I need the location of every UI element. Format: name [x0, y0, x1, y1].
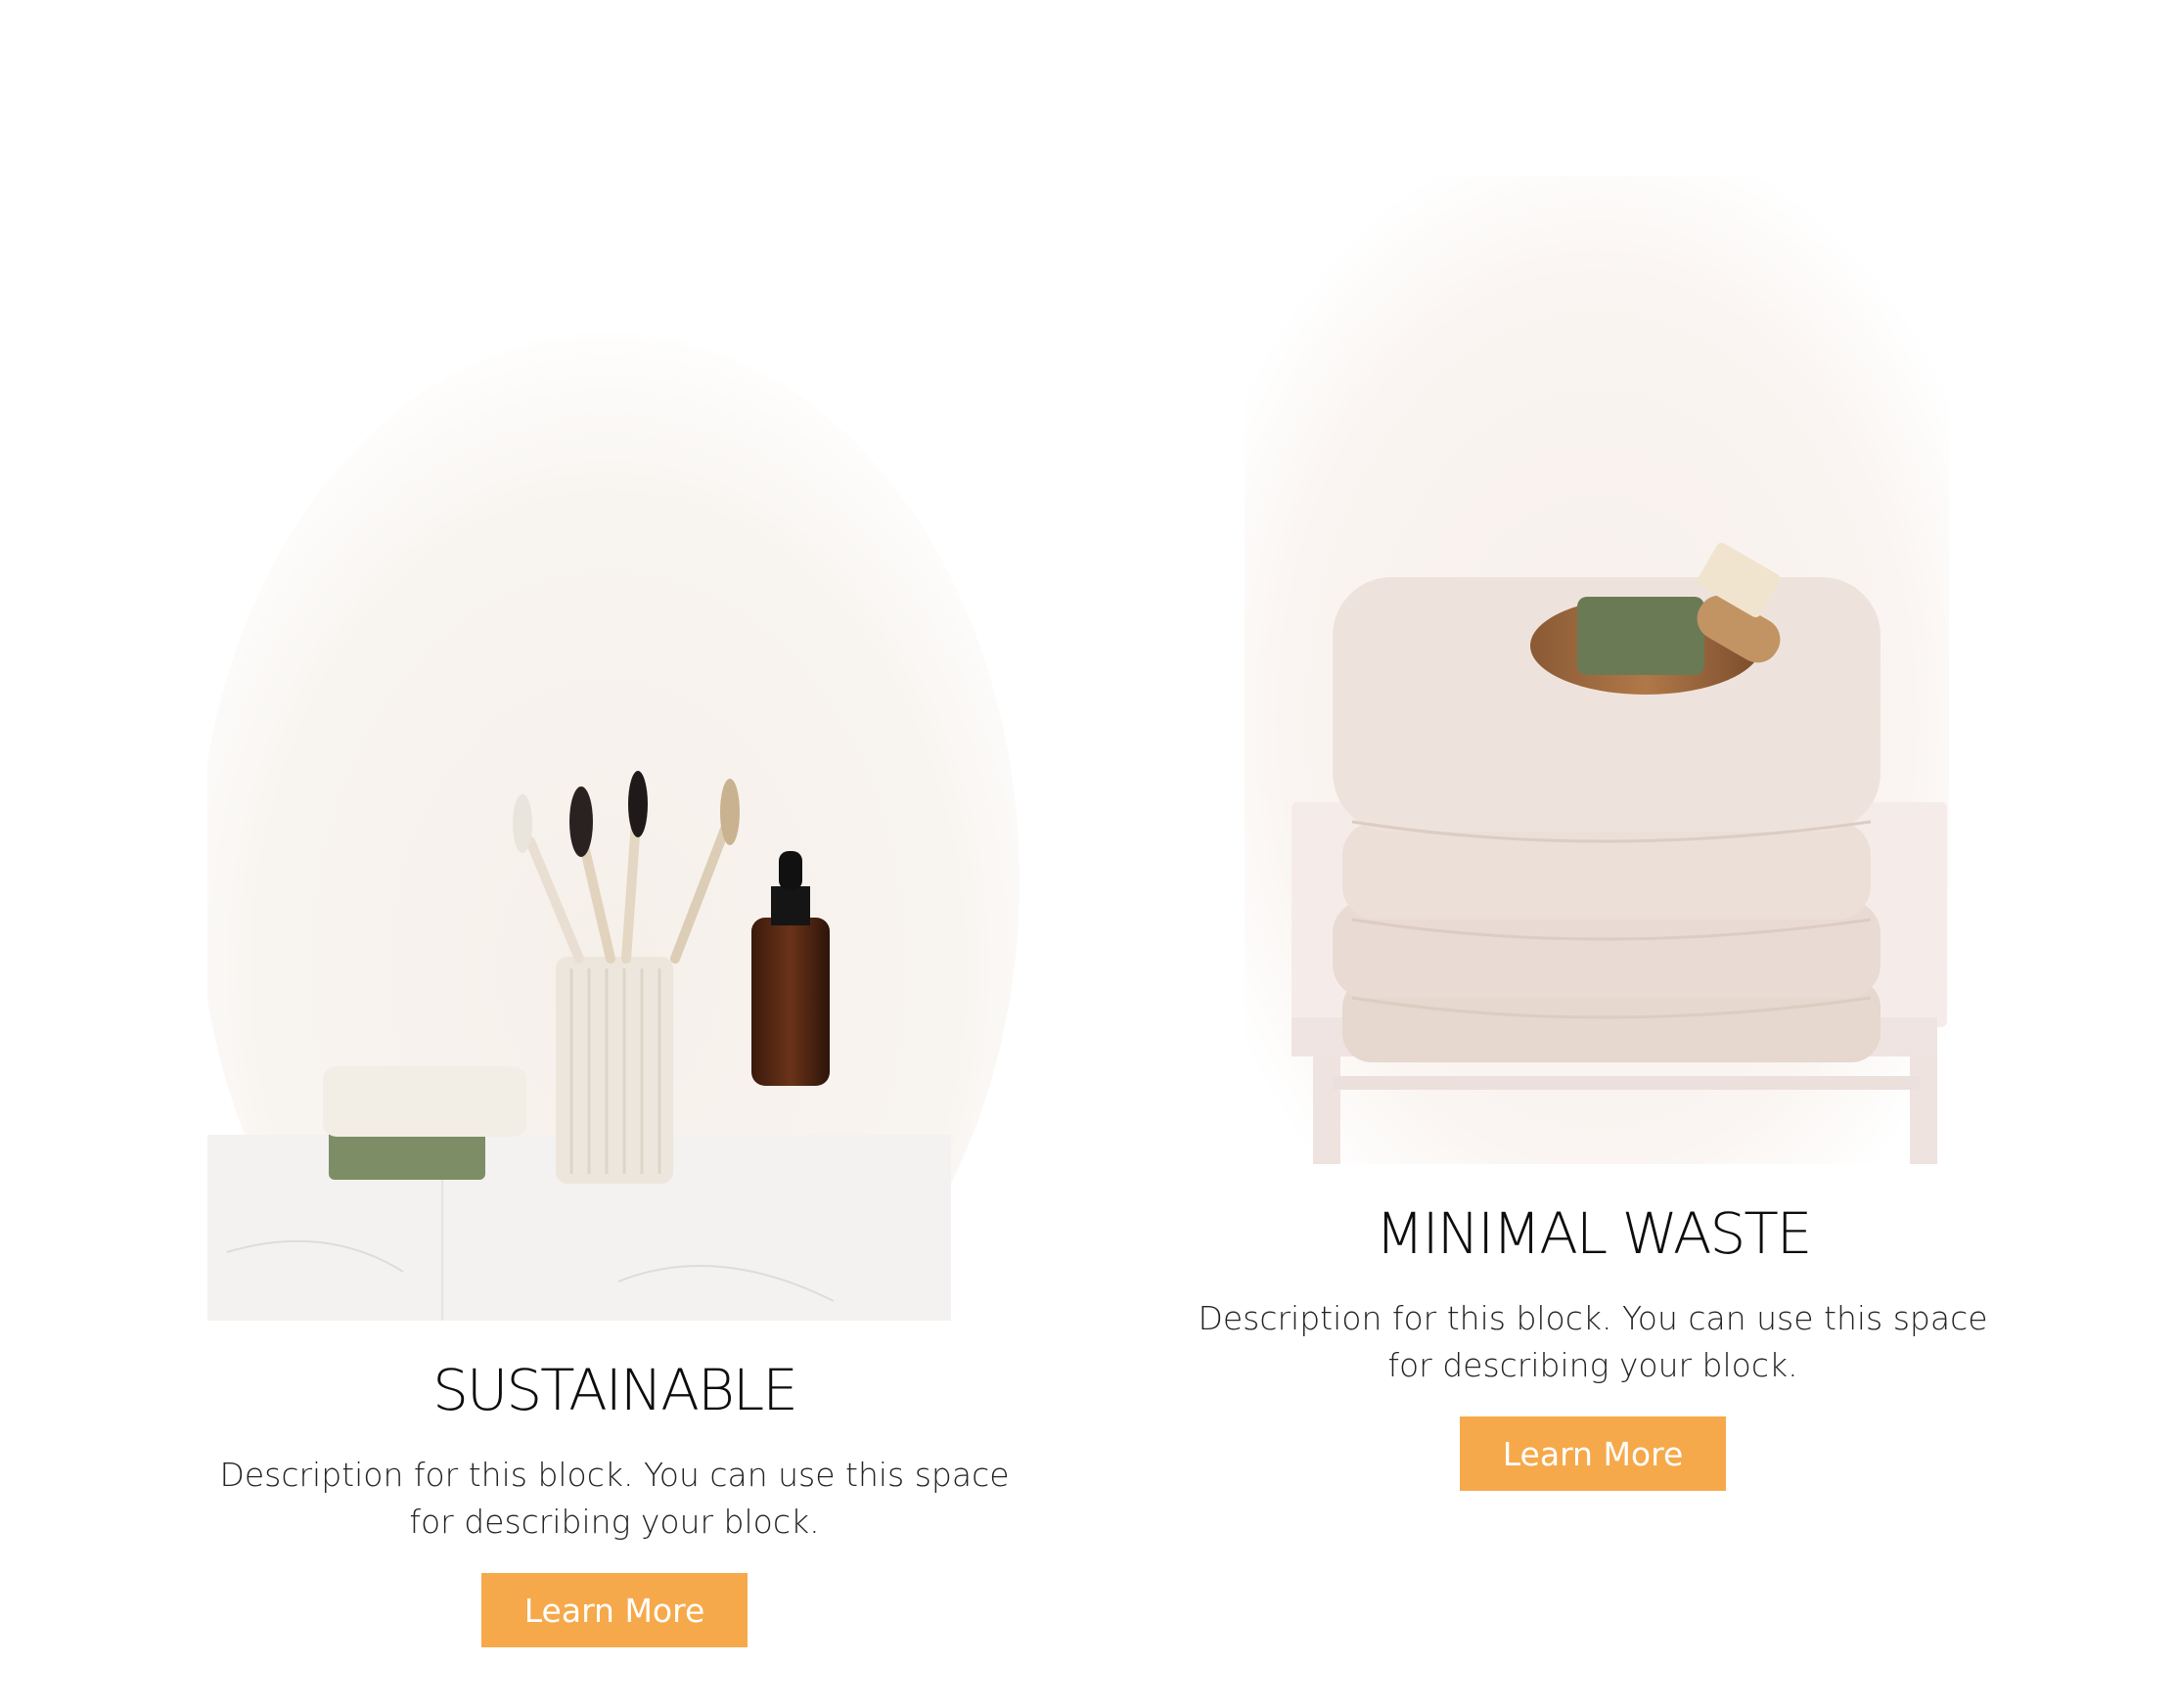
card-description: Description for this block. You can use …: [1198, 1299, 1988, 1384]
card-description: Description for this block. You can use …: [219, 1456, 1010, 1541]
product-card-sustainable: SUSTAINABLE Description for this block. …: [207, 176, 1021, 1647]
learn-more-button[interactable]: Learn More: [481, 1573, 748, 1647]
card-title: MINIMAL WASTE: [1375, 1200, 1813, 1267]
folded-towels-soap-photo: [1186, 176, 2000, 1164]
product-card-minimal-waste: MINIMAL WASTE Description for this block…: [1186, 176, 2000, 1491]
learn-more-button[interactable]: Learn More: [1460, 1416, 1726, 1491]
card-title: SUSTAINABLE: [432, 1357, 798, 1423]
bathroom-essentials-photo: [207, 176, 1021, 1321]
